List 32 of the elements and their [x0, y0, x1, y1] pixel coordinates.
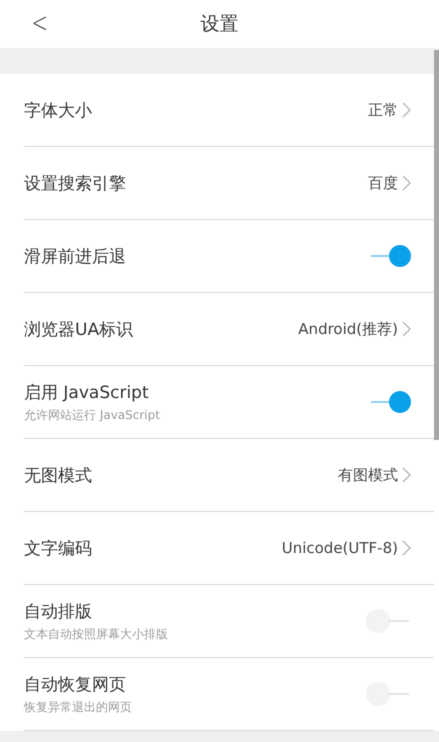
setting-value: Unicode(UTF-8) [282, 539, 398, 557]
back-button[interactable]: < [28, 6, 51, 40]
setting-value: Android(推荐) [298, 320, 398, 338]
setting-description: 恢复异常退出的网页 [24, 698, 132, 716]
setting-label: 文字编码 [24, 538, 92, 560]
setting-label: 滑屏前进后退 [24, 246, 126, 268]
setting-label: 字体大小 [24, 100, 92, 122]
setting-label: 自动恢复网页 [24, 674, 127, 696]
setting-row[interactable]: 滑屏前进后退 [24, 220, 434, 293]
toggle-switch[interactable] [367, 610, 411, 632]
setting-label: 设置搜索引擎 [24, 172, 126, 194]
setting-row[interactable]: 自动排版 文本自动按照屏幕大小排版 [24, 585, 434, 658]
setting-value: 有图模式 [338, 466, 398, 484]
setting-row[interactable]: 自动恢复网页 恢复异常退出的网页 [24, 658, 434, 731]
setting-value: 正常 [368, 100, 398, 120]
chevron-right-icon [402, 102, 411, 118]
chevron-right-icon [402, 175, 411, 191]
setting-label: 启用 JavaScript [24, 382, 150, 404]
chevron-right-icon [402, 467, 411, 483]
chevron-right-icon [402, 321, 411, 337]
chevron-right-icon [402, 540, 411, 556]
setting-row[interactable]: 文字编码 Unicode(UTF-8) [24, 512, 434, 585]
setting-label: 自动排版 [24, 600, 93, 622]
setting-value: 百度 [368, 174, 398, 192]
setting-row[interactable]: 无图模式 有图模式 [24, 439, 434, 512]
setting-row[interactable]: 启用 JavaScript 允许网站运行 JavaScript [24, 366, 434, 439]
toggle-switch[interactable] [367, 683, 411, 705]
page-title: 设置 [200, 12, 238, 37]
setting-label: 浏览器UA标识 [24, 318, 134, 340]
setting-label: 无图模式 [24, 464, 92, 486]
setting-description: 文本自动按照屏幕大小排版 [24, 626, 168, 642]
setting-description: 允许网站运行 JavaScript [24, 406, 160, 424]
